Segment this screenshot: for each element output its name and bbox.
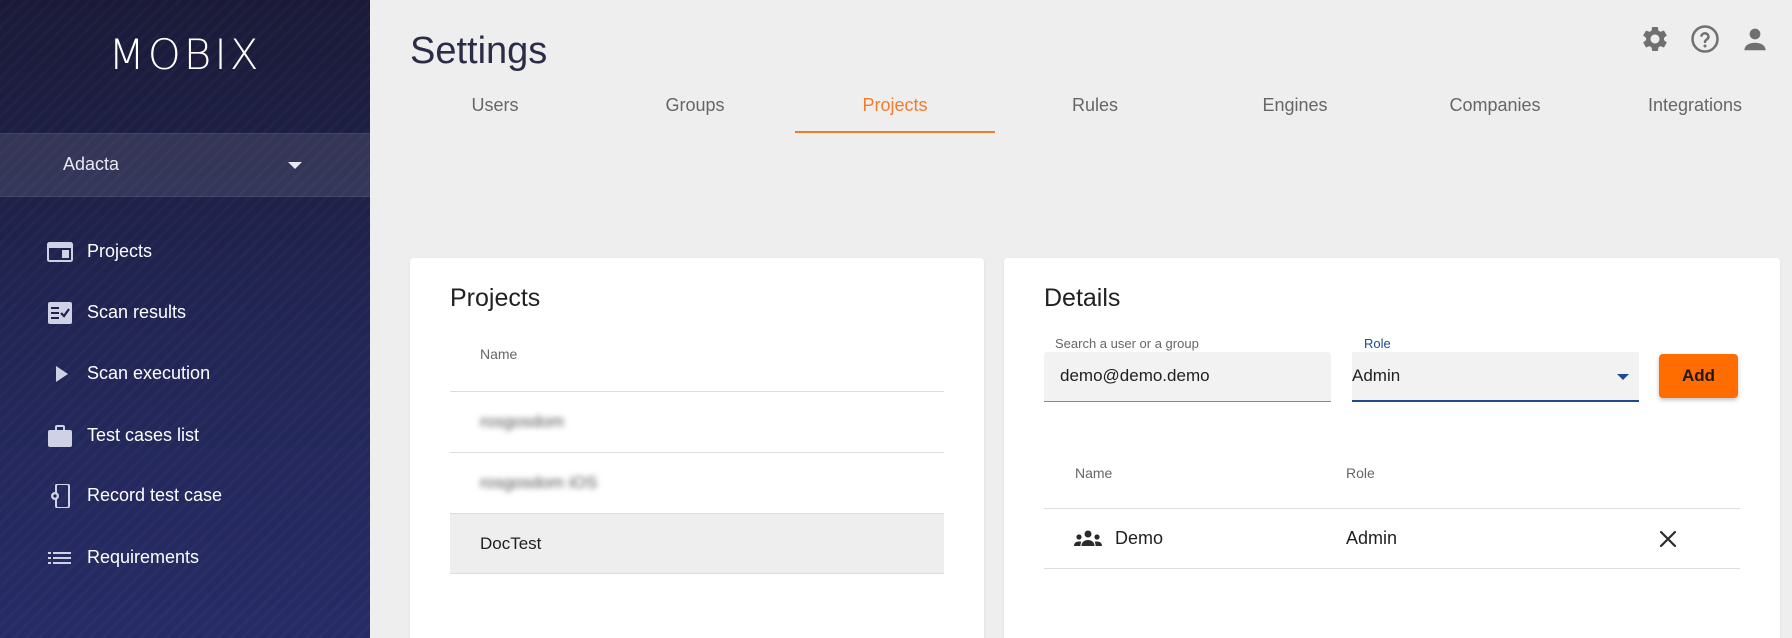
close-icon[interactable] (1656, 527, 1680, 551)
role-select[interactable]: Admin (1352, 352, 1639, 402)
tab-engines[interactable]: Engines (1195, 85, 1395, 133)
sidebar-item-label: Scan execution (87, 363, 211, 383)
help-icon[interactable] (1690, 24, 1720, 54)
members-column-role: Role (1346, 465, 1375, 481)
projects-column-name: Name (480, 346, 518, 362)
company-select[interactable]: Adacta (0, 133, 370, 197)
tab-groups[interactable]: Groups (595, 85, 795, 133)
caret-down-icon (1617, 374, 1629, 380)
briefcase-icon (48, 425, 72, 447)
account-icon[interactable] (1740, 24, 1770, 54)
tab-rules[interactable]: Rules (995, 85, 1195, 133)
record-device-icon (51, 484, 70, 508)
add-button[interactable]: Add (1659, 354, 1738, 398)
tab-users[interactable]: Users (395, 85, 595, 133)
sidebar-item-record-test-case[interactable]: Record test case (0, 467, 370, 525)
search-input[interactable]: demo@demo.demo (1044, 352, 1331, 402)
table-row: Demo Admin (1044, 508, 1740, 569)
sidebar-item-label: Requirements (87, 547, 200, 567)
sidebar: MOBIX Adacta Projects Scan results Scan … (0, 0, 370, 638)
table-row[interactable]: DocTest (450, 513, 944, 574)
group-icon (1074, 530, 1102, 546)
settings-tabs: Users Groups Projects Rules Engines Comp… (395, 85, 1792, 133)
member-role: Admin (1346, 528, 1398, 548)
role-field-label: Role (1364, 336, 1391, 351)
project-name: rosgosdom iOS (480, 473, 598, 492)
tab-integrations[interactable]: Integrations (1595, 85, 1792, 133)
list-icon (48, 552, 71, 564)
sidebar-item-test-cases-list[interactable]: Test cases list (0, 407, 370, 465)
table-row[interactable]: rosgosdom (450, 391, 944, 452)
sidebar-item-scan-results[interactable]: Scan results (0, 284, 370, 342)
search-field-label: Search a user or a group (1055, 336, 1199, 351)
tab-companies[interactable]: Companies (1395, 85, 1595, 133)
sidebar-item-projects[interactable]: Projects (0, 223, 370, 281)
sidebar-item-label: Scan results (87, 302, 187, 322)
company-select-label: Adacta (63, 154, 120, 174)
details-card: Details Search a user or a group demo@de… (1004, 258, 1780, 638)
page-title: Settings (410, 30, 548, 72)
projects-card: Projects Name rosgosdom rosgosdom iOS Do… (410, 258, 984, 638)
play-icon (56, 366, 68, 382)
member-name: Demo (1115, 528, 1164, 548)
role-select-value: Admin (1352, 366, 1401, 385)
project-name: rosgosdom (480, 412, 565, 431)
project-name: DocTest (480, 534, 542, 553)
details-card-title: Details (1044, 284, 1121, 312)
projects-card-title: Projects (450, 284, 541, 312)
tab-projects[interactable]: Projects (795, 85, 995, 133)
caret-down-icon (288, 162, 302, 169)
members-column-name: Name (1075, 465, 1113, 481)
scan-results-icon (48, 302, 72, 324)
table-row[interactable]: rosgosdom iOS (450, 452, 944, 513)
sidebar-item-label: Test cases list (87, 425, 200, 445)
sidebar-item-scan-execution[interactable]: Scan execution (0, 345, 370, 403)
mobix-logo: MOBIX (108, 30, 262, 79)
sidebar-item-label: Projects (87, 241, 153, 261)
sidebar-item-label: Record test case (87, 485, 223, 505)
gear-icon[interactable] (1640, 24, 1670, 54)
projects-icon (47, 242, 73, 262)
sidebar-item-requirements[interactable]: Requirements (0, 529, 370, 587)
